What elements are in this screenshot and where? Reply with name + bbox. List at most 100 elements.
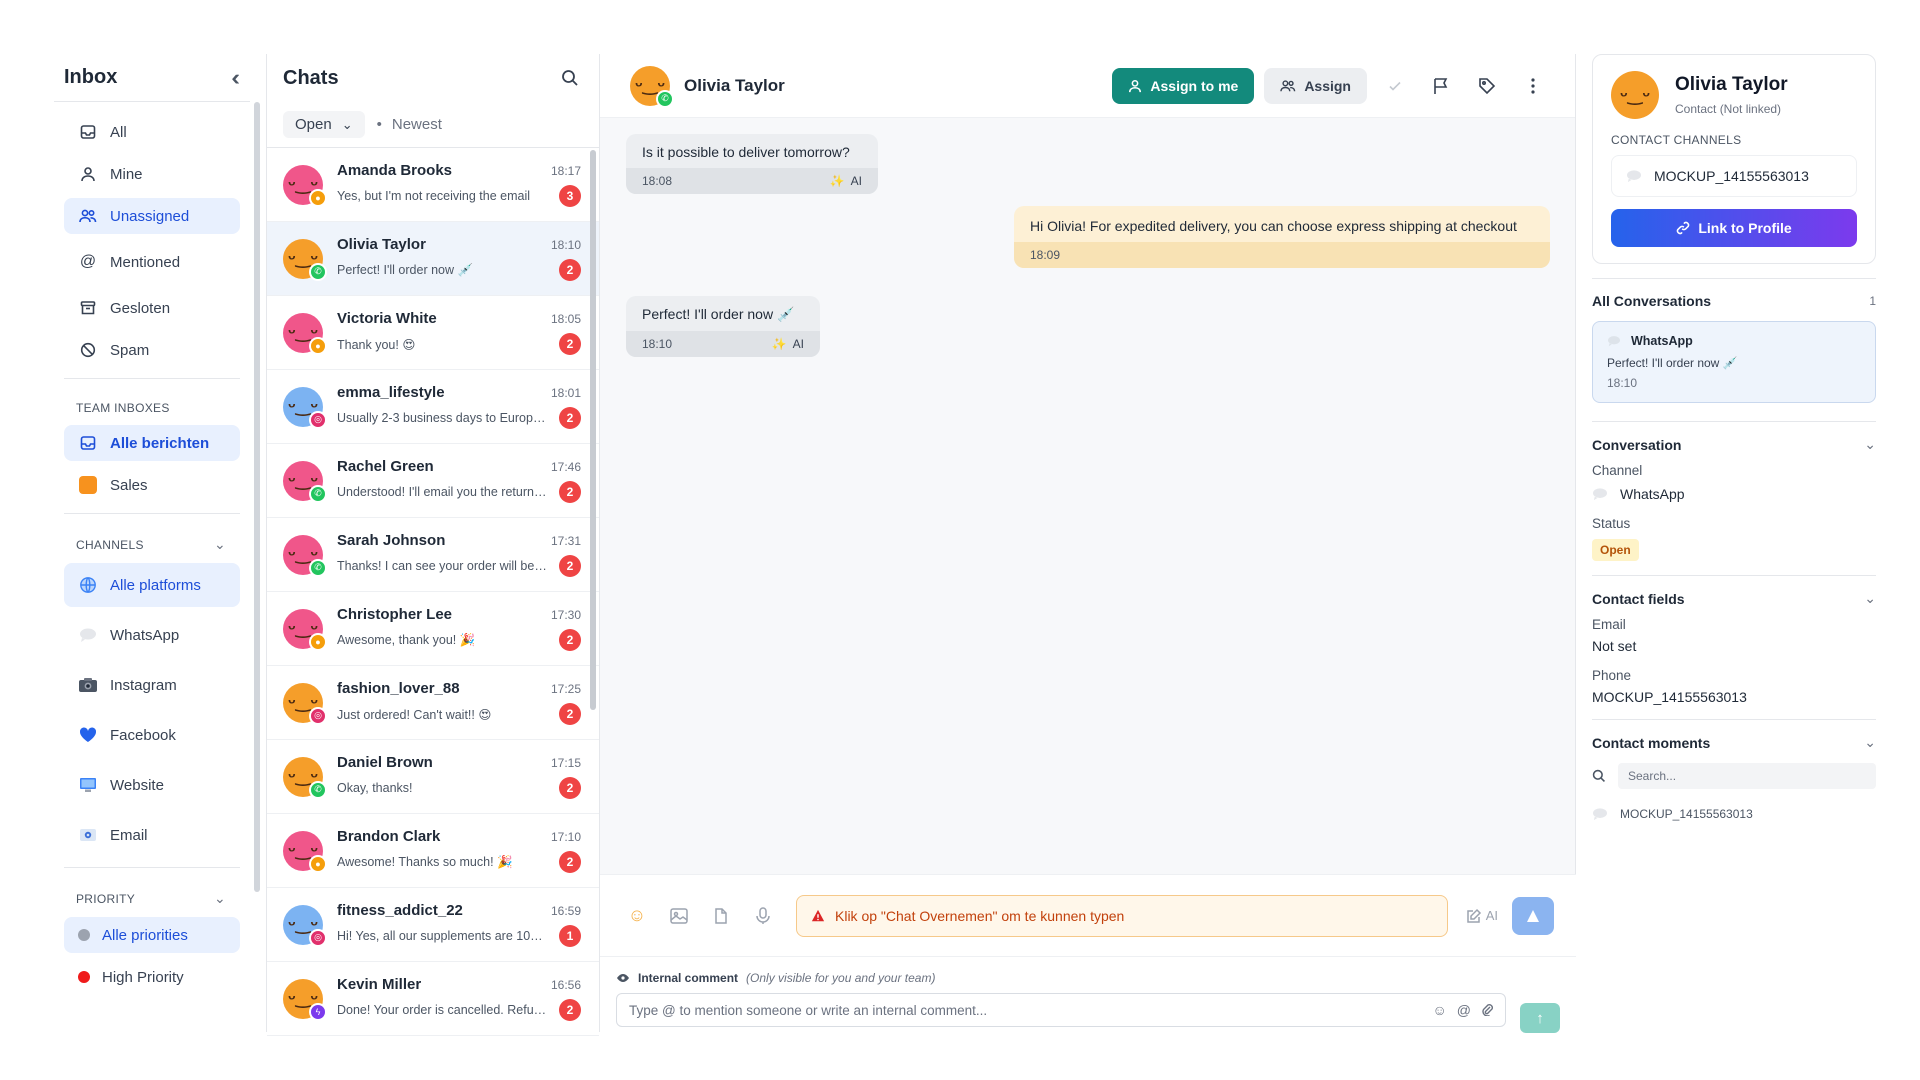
chevron-down-icon[interactable]: ⌄ bbox=[1864, 590, 1876, 607]
tag-icon[interactable] bbox=[1469, 68, 1505, 104]
status-filter-dropdown[interactable]: Open ⌄ bbox=[283, 111, 365, 138]
chevron-down-icon[interactable]: ⌄ bbox=[214, 890, 226, 907]
chevron-down-icon[interactable]: ⌄ bbox=[214, 536, 226, 553]
inbox-filter-list: All Mine Unassigned @ Mentioned Gesloten… bbox=[54, 102, 250, 368]
sidebar-item-instagram[interactable]: Instagram bbox=[64, 663, 240, 707]
chat-row[interactable]: ᵕ‿ᵕ ◎ fashion_lover_88 17:25 Just ordered! C… bbox=[267, 666, 599, 740]
link-to-profile-button[interactable]: Link to Profile bbox=[1611, 209, 1857, 247]
send-button[interactable] bbox=[1512, 896, 1554, 935]
avatar: ᵕ‿ᵕ ● bbox=[283, 164, 327, 207]
chat-row[interactable]: ᵕ‿ᵕ ✆ Rachel Green 17:46 Understood! I'll em… bbox=[267, 444, 599, 518]
chat-preview: Thanks! I can see your order will be s..… bbox=[337, 559, 547, 573]
flag-icon[interactable] bbox=[1423, 68, 1459, 104]
check-icon[interactable] bbox=[1377, 68, 1413, 104]
emoji-icon[interactable]: ☺ bbox=[1432, 1002, 1446, 1018]
chat-row[interactable]: ᵕ‿ᵕ ● Christopher Lee 17:30 Awesome, thank y… bbox=[267, 592, 599, 666]
contact-moments-search-input[interactable]: Search... bbox=[1618, 763, 1876, 789]
whatsapp-icon: ✆ bbox=[656, 89, 674, 108]
chat-row[interactable]: ᵕ‿ᵕ ● Amanda Brooks 18:17 Yes, but I'm not r… bbox=[267, 148, 599, 222]
internal-comment-send-button[interactable]: ↑ bbox=[1520, 1003, 1560, 1033]
microphone-icon[interactable] bbox=[748, 901, 778, 931]
avatar: ᵕ‿ᵕ ◎ bbox=[283, 386, 327, 429]
unread-count-badge: 3 bbox=[559, 185, 581, 207]
chat-time: 18:10 bbox=[550, 237, 581, 252]
more-vertical-icon[interactable] bbox=[1515, 68, 1551, 104]
chat-row[interactable]: ᵕ‿ᵕ ● Victoria White 18:05 Thank you! 😍 2 bbox=[267, 296, 599, 370]
instagram-icon: ◎ bbox=[309, 410, 327, 429]
sidebar-item-alle-platforms[interactable]: Alle platforms bbox=[64, 563, 240, 607]
chat-row-body: Brandon Clark 17:10 Awesome! Thanks so muc… bbox=[337, 828, 581, 873]
sidebar-item-high-priority[interactable]: High Priority bbox=[64, 959, 240, 995]
chevron-down-icon[interactable]: ⌄ bbox=[1864, 734, 1876, 751]
assign-button[interactable]: Assign bbox=[1264, 67, 1367, 104]
unread-count-badge: 2 bbox=[559, 481, 581, 503]
internal-comment-hint: (Only visible for you and your team) bbox=[746, 971, 936, 985]
assign-to-me-button[interactable]: Assign to me bbox=[1112, 67, 1255, 104]
sidebar-item-mentioned[interactable]: @ Mentioned bbox=[64, 240, 240, 284]
sidebar-item-gesloten[interactable]: Gesloten bbox=[64, 290, 240, 326]
paperclip-icon[interactable] bbox=[1481, 1002, 1493, 1018]
chevron-down-icon[interactable]: ⌄ bbox=[1864, 436, 1876, 453]
sidebar-item-facebook[interactable]: Facebook bbox=[64, 713, 240, 757]
chat-row[interactable]: ᵕ‿ᵕ ✆ Daniel Brown 17:15 Okay, thanks! 2 bbox=[267, 740, 599, 814]
image-icon[interactable] bbox=[664, 901, 694, 931]
chat-time: 16:59 bbox=[550, 903, 581, 918]
link-icon bbox=[1676, 221, 1690, 235]
internal-comment-input[interactable]: Type @ to mention someone or write an in… bbox=[616, 993, 1506, 1027]
sidebar-item-label: Sales bbox=[110, 476, 148, 494]
sidebar-header: Inbox ‹‹ bbox=[54, 54, 250, 102]
conversation-section-title: Conversation bbox=[1592, 436, 1682, 453]
search-icon[interactable] bbox=[561, 69, 579, 87]
message-composer: ☺ Klik op "Chat Overnemen" om te kunnen … bbox=[600, 874, 1576, 956]
chat-row[interactable]: ᵕ‿ᵕ ● Brandon Clark 17:10 Awesome! Thanks so… bbox=[267, 814, 599, 888]
chat-row[interactable]: ᵕ‿ᵕ ✆ Sarah Johnson 17:31 Thanks! I can see … bbox=[267, 518, 599, 592]
chat-row[interactable]: ᵕ‿ᵕ ✆ Olivia Taylor 18:10 Perfect! I'll orde… bbox=[267, 222, 599, 296]
ai-compose-button[interactable]: AI bbox=[1466, 908, 1498, 924]
sidebar-item-email[interactable]: Email bbox=[64, 813, 240, 857]
chat-row[interactable]: ᵕ‿ᵕ ◎ fitness_addict_22 16:59 Hi! Yes, all o… bbox=[267, 888, 599, 962]
email-field-value: Not set bbox=[1592, 638, 1637, 654]
sidebar-item-mine[interactable]: Mine bbox=[64, 156, 240, 192]
widget-icon: ● bbox=[309, 336, 327, 355]
contact-fields-heading[interactable]: Contact fields ⌄ bbox=[1592, 590, 1876, 607]
chat-preview: Understood! I'll email you the return ..… bbox=[337, 485, 547, 499]
emoji-icon[interactable]: ☺ bbox=[622, 901, 652, 931]
chat-contact-name: Olivia Taylor bbox=[337, 236, 426, 253]
chat-time: 18:17 bbox=[550, 163, 581, 178]
sidebar-item-website[interactable]: Website bbox=[64, 763, 240, 807]
sidebar-item-unassigned[interactable]: Unassigned bbox=[64, 198, 240, 234]
conversation-history-card[interactable]: WhatsApp Perfect! I'll order now 💉 18:10 bbox=[1592, 321, 1876, 403]
sidebar-item-label: WhatsApp bbox=[110, 626, 180, 644]
internal-comment-label: Internal comment (Only visible for you a… bbox=[616, 971, 1560, 985]
collapse-sidebar-icon[interactable]: ‹‹ bbox=[231, 65, 240, 91]
instagram-icon: ◎ bbox=[309, 706, 327, 725]
sidebar-item-sales[interactable]: Sales bbox=[64, 467, 240, 503]
unread-count-badge: 2 bbox=[559, 629, 581, 651]
internal-comment-section: Internal comment (Only visible for you a… bbox=[600, 956, 1576, 1033]
speech-bubble-icon bbox=[1626, 169, 1642, 183]
chat-time: 17:10 bbox=[550, 829, 581, 844]
sidebar-item-spam[interactable]: Spam bbox=[64, 332, 240, 368]
sidebar-scrollbar[interactable] bbox=[254, 102, 260, 892]
contact-moments-heading[interactable]: Contact moments ⌄ bbox=[1592, 734, 1876, 751]
status-field-label: Status bbox=[1592, 516, 1631, 531]
sidebar-item-whatsapp[interactable]: WhatsApp bbox=[64, 613, 240, 657]
sidebar-item-label: Mentioned bbox=[110, 253, 181, 271]
at-icon[interactable]: @ bbox=[1457, 1002, 1471, 1018]
sidebar-item-label: High Priority bbox=[102, 968, 184, 986]
contact-channel-item[interactable]: MOCKUP_14155563013 bbox=[1611, 155, 1857, 197]
sidebar-item-alle-priorities[interactable]: Alle priorities bbox=[64, 917, 240, 953]
assign-label: Assign bbox=[1304, 77, 1351, 94]
sort-selector[interactable]: Newest bbox=[377, 116, 442, 133]
sidebar-item-all[interactable]: All bbox=[64, 114, 240, 150]
sidebar-item-label: Spam bbox=[110, 341, 150, 359]
chat-list-scrollbar[interactable] bbox=[590, 150, 596, 710]
chat-row[interactable]: ᵕ‿ᵕ ϟ Kevin Miller 16:56 Done! Your order is… bbox=[267, 962, 599, 1036]
chat-row[interactable]: ᵕ‿ᵕ ◎ emma_lifestyle 18:01 Usually 2-3 busin… bbox=[267, 370, 599, 444]
channel-field-label: Channel bbox=[1592, 463, 1643, 478]
conversation-section-heading[interactable]: Conversation ⌄ bbox=[1592, 436, 1876, 453]
sidebar-item-alle-berichten[interactable]: Alle berichten bbox=[64, 425, 240, 461]
contact-moment-item[interactable]: MOCKUP_14155563013 bbox=[1592, 807, 1876, 821]
chat-contact-name: Kevin Miller bbox=[337, 976, 422, 993]
file-icon[interactable] bbox=[706, 901, 736, 931]
